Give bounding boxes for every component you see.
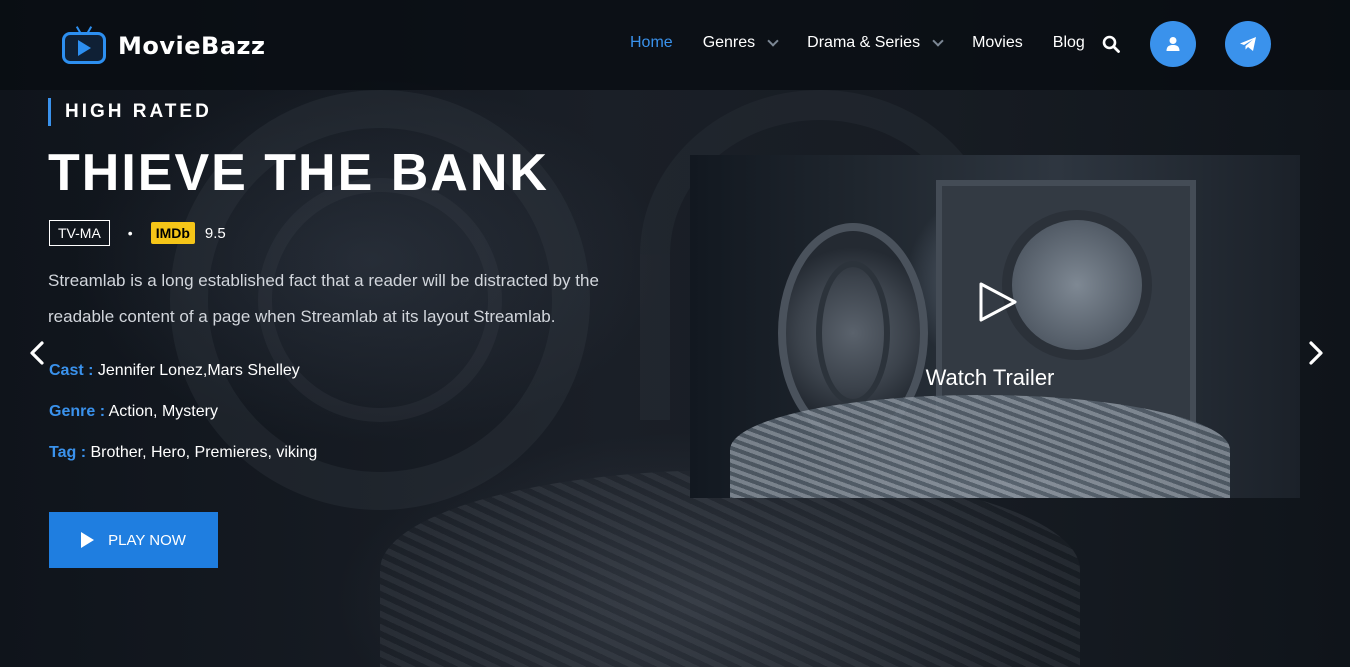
- background-cash-pile: [380, 470, 1080, 667]
- site-header: MovieBazz Home Genres Drama & Series Mov…: [0, 0, 1350, 88]
- main-nav: Home Genres Drama & Series Movies Blog: [630, 34, 1115, 52]
- telegram-icon: [1240, 37, 1256, 51]
- nav-item-home[interactable]: Home: [630, 34, 673, 52]
- search-icon[interactable]: [1102, 35, 1120, 53]
- nav-item-genres-label: Genres: [702, 34, 756, 51]
- logo-text: MovieBazz: [118, 32, 266, 60]
- movie-description: Streamlab is a long established fact tha…: [48, 271, 599, 326]
- user-icon: [1166, 37, 1180, 51]
- play-now-label: PLAY NOW: [108, 531, 186, 549]
- trailer-cash-pile: [730, 395, 1230, 498]
- imdb-score: 9.5: [204, 224, 226, 242]
- tag-label: Tag :: [49, 444, 87, 461]
- nav-item-blog[interactable]: Blog: [1053, 34, 1085, 52]
- section-eyebrow: HIGH RATED: [48, 98, 212, 126]
- genre-line: Genre : Action, Mystery: [49, 403, 218, 421]
- chevron-down-icon: [767, 34, 779, 47]
- cast-line: Cast : Jennifer Lonez,Mars Shelley: [49, 362, 300, 380]
- user-account-button[interactable]: [1150, 21, 1196, 67]
- content-rating-badge: TV-MA: [49, 220, 110, 246]
- play-icon: [81, 532, 95, 548]
- nav-item-drama-series[interactable]: Drama & Series: [807, 34, 944, 52]
- logo[interactable]: MovieBazz: [60, 26, 265, 66]
- genre-value: Action, Mystery: [108, 403, 218, 420]
- watch-trailer-text: Watch Trailer: [925, 365, 1055, 390]
- chevron-down-icon: [932, 34, 944, 47]
- nav-item-drama-series-label: Drama & Series: [807, 34, 921, 51]
- nav-item-movies[interactable]: Movies: [972, 34, 1023, 52]
- trailer-vault-opening: [1002, 210, 1152, 360]
- nav-item-genres[interactable]: Genres: [702, 34, 779, 52]
- tag-line: Tag : Brother, Hero, Premieres, viking: [49, 444, 317, 462]
- meta-separator: •: [127, 225, 133, 241]
- play-icon[interactable]: [978, 281, 1018, 323]
- movie-title: THIEVE THE BANK: [48, 144, 549, 202]
- play-now-button[interactable]: PLAY NOW: [49, 512, 218, 568]
- genre-label: Genre :: [49, 403, 106, 420]
- chevron-left-icon[interactable]: [25, 340, 51, 366]
- imdb-logo: IMDb: [150, 222, 195, 244]
- tag-value: Brother, Hero, Premieres, viking: [90, 444, 318, 461]
- cast-value: Jennifer Lonez,Mars Shelley: [97, 362, 300, 379]
- chevron-right-icon[interactable]: [1302, 340, 1328, 366]
- watch-trailer-label[interactable]: Watch Trailer: [690, 365, 1300, 391]
- tv-play-icon: [60, 26, 108, 66]
- movie-meta: TV-MA • IMDb 9.5: [49, 220, 226, 246]
- telegram-button[interactable]: [1225, 21, 1271, 67]
- trailer-card[interactable]: Watch Trailer: [690, 155, 1300, 498]
- cast-label: Cast :: [49, 362, 94, 379]
